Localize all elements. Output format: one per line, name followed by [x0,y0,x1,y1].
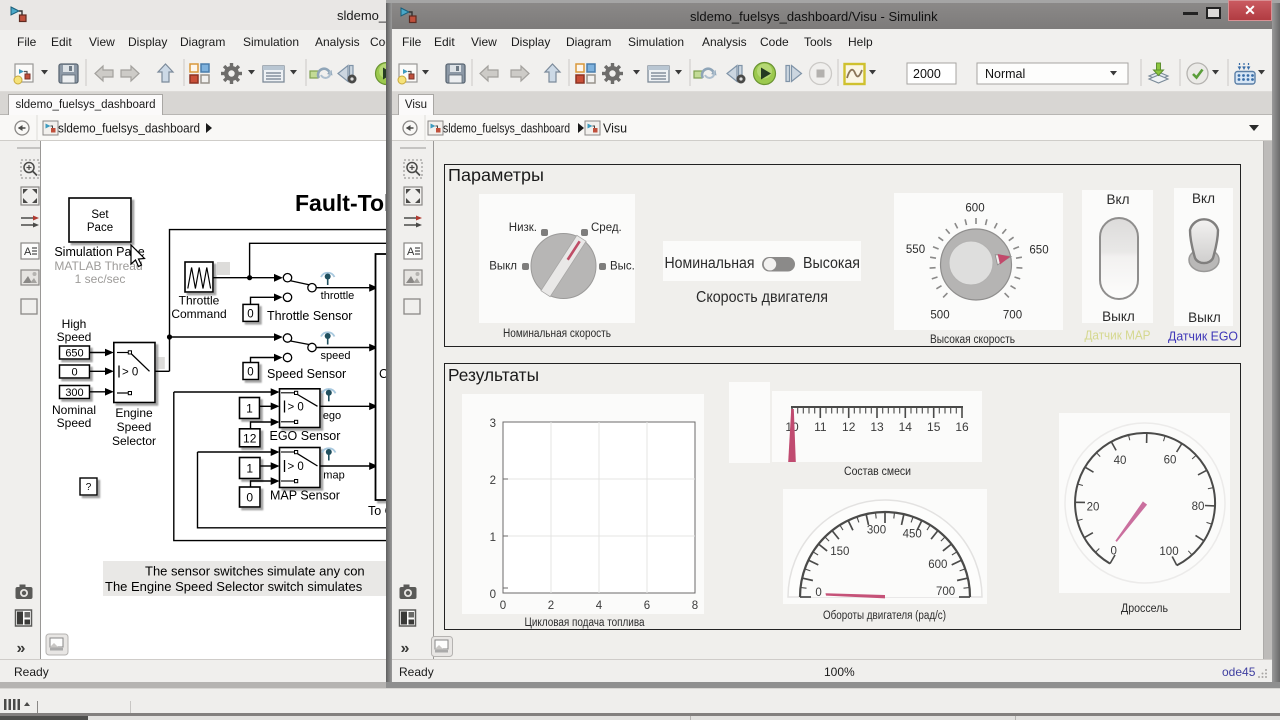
svg-text:8: 8 [692,600,698,612]
svg-text:Speed: Speed [57,416,92,430]
svg-text:Датчик MAP: Датчик MAP [1085,329,1151,343]
svg-text:EGO Sensor: EGO Sensor [270,429,341,443]
svg-text:throttle: throttle [321,290,355,302]
svg-text:11: 11 [814,420,827,434]
svg-text:1: 1 [490,532,496,544]
svg-text:Normal: Normal [985,67,1025,81]
svg-text:»: » [17,640,26,657]
svg-text:MATLAB Thread: MATLAB Thread [54,259,142,273]
svg-text:Скорость двигателя: Скорость двигателя [696,289,828,306]
svg-text:Engine: Engine [115,406,153,420]
svg-text:Результаты: Результаты [448,365,539,385]
svg-text:1: 1 [246,462,253,476]
svg-text:12: 12 [842,420,856,434]
svg-text:0: 0 [247,309,253,321]
svg-text:Set: Set [91,209,109,221]
svg-text:Высокая: Высокая [803,255,860,272]
svg-text:Speed Sensor: Speed Sensor [267,367,346,381]
svg-text:Номинальная скорость: Номинальная скорость [503,328,611,340]
svg-text:15: 15 [927,420,941,434]
svg-text:Выкл: Выкл [1188,310,1221,325]
svg-text:Обороты двигателя (рад/с): Обороты двигателя (рад/с) [823,610,946,622]
svg-text:Состав смеси: Состав смеси [844,466,911,478]
svg-text:Сред.: Сред. [591,222,622,234]
svg-text:500: 500 [930,310,949,322]
svg-text:Throttle Sensor: Throttle Sensor [267,309,352,323]
svg-text:Command: Command [171,307,226,321]
svg-text:6: 6 [644,600,650,612]
svg-text:Дроссель: Дроссель [1121,603,1168,615]
svg-text:14: 14 [899,420,913,434]
svg-text:0: 0 [247,367,253,379]
svg-text:Visu: Visu [603,122,627,136]
svg-text:700: 700 [1003,310,1022,322]
svg-text:Throttle: Throttle [179,294,220,308]
svg-text:20: 20 [1087,502,1100,514]
svg-text:16: 16 [955,420,969,434]
svg-text:450: 450 [903,529,922,541]
svg-text:Выс.: Выс. [610,261,635,273]
svg-text:Высокая скорость: Высокая скорость [930,334,1015,346]
svg-text:Вкл: Вкл [1107,192,1130,207]
svg-text:Цикловая подача топлива: Цикловая подача топлива [525,617,646,629]
svg-text:Номинальная: Номинальная [665,255,755,272]
svg-text:Выкл: Выкл [1102,309,1135,324]
svg-text:650: 650 [1029,245,1048,257]
svg-text:Fault-Tol: Fault-Tol [295,190,390,216]
svg-text:0: 0 [1110,546,1116,558]
svg-text:100: 100 [1159,546,1178,558]
svg-text:> 0: > 0 [288,402,304,414]
svg-text:Selector: Selector [112,434,156,448]
svg-text:ego: ego [323,410,341,422]
svg-text:Speed: Speed [117,420,152,434]
svg-text:A: A [407,246,415,258]
svg-text:A: A [24,246,32,258]
svg-text:Датчик EGO: Датчик EGO [1168,330,1238,344]
svg-text:2: 2 [490,475,496,487]
svg-text:40: 40 [1114,455,1127,467]
svg-text:600: 600 [965,203,984,215]
svg-text:13: 13 [870,420,884,434]
svg-text:?: ? [86,482,92,493]
svg-text:80: 80 [1192,501,1205,513]
svg-text:12: 12 [243,431,257,445]
svg-text:0: 0 [500,600,506,612]
svg-text:sldemo_fuelsys_dashboard: sldemo_fuelsys_dashboard [443,122,570,136]
svg-text:Низк.: Низк. [509,222,537,234]
svg-text:0: 0 [246,491,253,505]
svg-text:700: 700 [936,586,955,598]
svg-text:4: 4 [596,600,603,612]
svg-text:150: 150 [830,546,849,558]
svg-text:The sensor switches simulate a: The sensor switches simulate any con [145,564,365,579]
svg-text:1 sec/sec: 1 sec/sec [75,272,126,286]
svg-text:600: 600 [928,559,947,571]
svg-text:60: 60 [1164,455,1177,467]
svg-text:550: 550 [906,244,925,256]
svg-text:1: 1 [246,402,253,416]
svg-text:Выкл: Выкл [489,261,517,273]
svg-text:> 0: > 0 [122,367,138,379]
svg-text:Nominal: Nominal [52,403,96,417]
svg-text:0: 0 [815,587,821,599]
svg-text:300: 300 [65,387,83,399]
svg-text:> 0: > 0 [288,461,304,473]
svg-text:Вкл: Вкл [1192,191,1215,206]
svg-text:2: 2 [548,600,554,612]
svg-text:speed: speed [321,350,351,362]
svg-text:0: 0 [71,367,77,379]
svg-text:2000: 2000 [913,67,941,81]
svg-text:Параметры: Параметры [448,165,544,185]
svg-text:The Engine Speed Selector swit: The Engine Speed Selector switch simulat… [105,579,363,594]
svg-text:0: 0 [490,589,496,601]
svg-text:MAP Sensor: MAP Sensor [270,489,340,503]
svg-text:Speed: Speed [57,330,92,344]
svg-text:3: 3 [490,418,496,430]
svg-text:map: map [323,470,344,482]
svg-text:High: High [62,317,87,331]
svg-text:Pace: Pace [87,222,113,234]
svg-text:300: 300 [867,525,886,537]
svg-text:sldemo_fuelsys_dashboard: sldemo_fuelsys_dashboard [58,122,200,136]
svg-text:»: » [401,640,410,657]
svg-text:650: 650 [65,348,83,360]
